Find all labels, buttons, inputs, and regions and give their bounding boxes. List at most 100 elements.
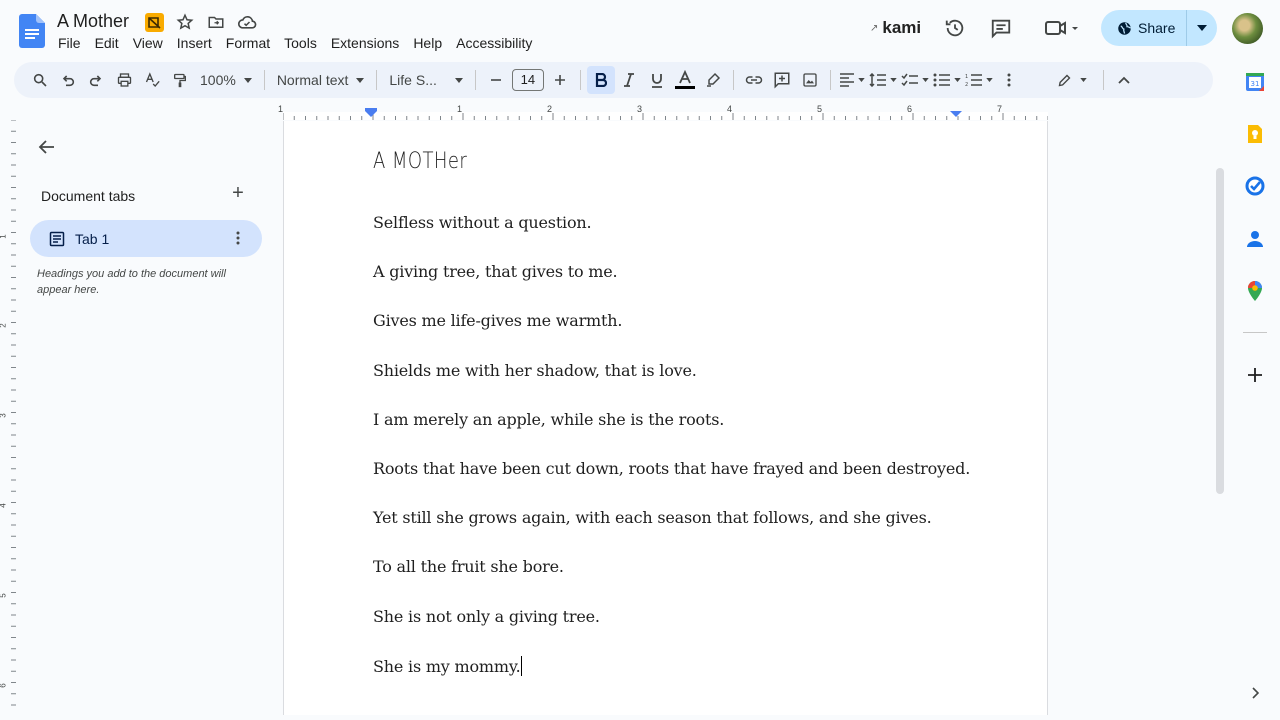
paragraph[interactable]: Yet still she grows again, with each sea… bbox=[373, 508, 970, 557]
line-spacing-select[interactable] bbox=[867, 66, 899, 94]
increase-font-size-icon[interactable] bbox=[546, 66, 574, 94]
text-color-icon[interactable] bbox=[671, 66, 699, 94]
line-spacing-icon bbox=[869, 73, 886, 87]
insert-image-icon[interactable] bbox=[796, 66, 824, 94]
maps-icon[interactable] bbox=[1244, 280, 1266, 302]
bold-icon[interactable] bbox=[586, 66, 615, 94]
meet-button[interactable] bbox=[1042, 16, 1082, 40]
top-bar: A Mother File Edit View Insert Format To… bbox=[0, 0, 1280, 60]
first-line-indent-marker-icon bbox=[365, 108, 377, 111]
version-history-icon[interactable] bbox=[943, 16, 967, 40]
paragraph[interactable]: To all the fruit she bore. bbox=[373, 557, 970, 606]
star-icon[interactable] bbox=[175, 12, 195, 32]
menu-view[interactable]: View bbox=[126, 35, 170, 51]
menu-insert[interactable]: Insert bbox=[170, 35, 219, 51]
get-add-ons-icon[interactable] bbox=[1244, 364, 1266, 386]
kami-extension-button[interactable]: ↗ kami bbox=[870, 18, 921, 38]
paragraph[interactable]: Shields me with her shadow, that is love… bbox=[373, 361, 970, 410]
bulleted-list-icon bbox=[933, 73, 950, 87]
vruler-number: 6 bbox=[0, 683, 8, 687]
print-icon[interactable] bbox=[110, 66, 138, 94]
svg-text:31: 31 bbox=[1251, 80, 1260, 88]
font-family-select[interactable]: Life S... bbox=[383, 66, 468, 94]
document-title[interactable]: A Mother bbox=[57, 11, 129, 32]
paragraph[interactable]: Gives me life-gives me warmth. bbox=[373, 311, 970, 360]
keep-icon[interactable] bbox=[1244, 123, 1266, 145]
zoom-value: 100% bbox=[200, 72, 236, 88]
toolbar-divider bbox=[1102, 70, 1104, 90]
menu-accessibility[interactable]: Accessibility bbox=[449, 35, 539, 51]
insert-link-icon[interactable] bbox=[740, 66, 768, 94]
menu-format[interactable]: Format bbox=[219, 35, 277, 51]
add-comment-icon[interactable] bbox=[768, 66, 796, 94]
account-avatar[interactable] bbox=[1232, 13, 1263, 44]
more-options-icon[interactable] bbox=[995, 66, 1023, 94]
paragraph[interactable]: A giving tree, that gives to me. bbox=[373, 262, 970, 311]
calendar-icon[interactable]: 31 bbox=[1244, 71, 1266, 93]
ruler-number: 7 bbox=[997, 104, 1003, 114]
ruler-number: 5 bbox=[817, 104, 823, 114]
menu-file[interactable]: File bbox=[51, 35, 88, 51]
chevron-down-icon bbox=[890, 78, 897, 82]
paint-format-icon[interactable] bbox=[166, 66, 194, 94]
chevron-down-icon bbox=[1080, 78, 1087, 82]
offline-badge-icon[interactable] bbox=[144, 12, 164, 32]
editing-mode-select[interactable] bbox=[1055, 66, 1089, 94]
numbered-list-select[interactable]: 12 bbox=[963, 66, 995, 94]
paragraph[interactable]: I am merely an apple, while she is the r… bbox=[373, 410, 970, 459]
share-dropdown-icon[interactable] bbox=[1187, 25, 1217, 31]
paragraph[interactable]: Roots that have been cut down, roots tha… bbox=[373, 459, 970, 508]
search-menus-icon[interactable] bbox=[26, 66, 54, 94]
undo-icon[interactable] bbox=[54, 66, 82, 94]
horizontal-ruler[interactable]: 1 1 2 3 4 5 6 7 bbox=[278, 104, 1049, 120]
checklist-select[interactable] bbox=[899, 66, 931, 94]
bulleted-list-select[interactable] bbox=[931, 66, 963, 94]
align-select[interactable] bbox=[837, 66, 867, 94]
menu-edit[interactable]: Edit bbox=[88, 35, 126, 51]
share-button[interactable]: Share bbox=[1101, 10, 1217, 46]
vruler-number: 3 bbox=[0, 413, 8, 417]
zoom-select[interactable]: 100% bbox=[194, 66, 258, 94]
tasks-icon[interactable] bbox=[1244, 175, 1266, 197]
hide-menus-icon[interactable] bbox=[1110, 66, 1138, 94]
redo-icon[interactable] bbox=[82, 66, 110, 94]
cloud-saved-icon[interactable] bbox=[237, 12, 257, 32]
italic-icon[interactable] bbox=[615, 66, 643, 94]
paragraph-style-select[interactable]: Normal text bbox=[271, 66, 371, 94]
menu-extensions[interactable]: Extensions bbox=[324, 35, 406, 51]
numbered-list-icon: 12 bbox=[965, 74, 982, 87]
add-tab-icon[interactable]: + bbox=[229, 183, 247, 203]
underline-icon[interactable] bbox=[643, 66, 671, 94]
paragraph[interactable]: She is not only a giving tree. bbox=[373, 607, 970, 656]
font-size-input[interactable]: 14 bbox=[510, 66, 546, 94]
paragraph-last[interactable]: She is my mommy. bbox=[373, 655, 970, 705]
document-body[interactable]: Selfless without a question. A giving tr… bbox=[373, 213, 970, 705]
spellcheck-icon[interactable] bbox=[138, 66, 166, 94]
show-side-panel-icon[interactable] bbox=[1244, 682, 1266, 704]
highlight-color-icon[interactable] bbox=[699, 66, 727, 94]
svg-text:1: 1 bbox=[965, 74, 968, 80]
menu-tools[interactable]: Tools bbox=[277, 35, 324, 51]
tab-options-icon[interactable] bbox=[232, 229, 244, 247]
vruler-number: 2 bbox=[0, 323, 8, 327]
vertical-ruler[interactable]: 1 2 3 4 5 6 bbox=[0, 119, 16, 715]
document-page[interactable]: A MOTHer Selfless without a question. A … bbox=[283, 121, 1048, 715]
paragraph-style-value: Normal text bbox=[276, 72, 349, 88]
vertical-scrollbar[interactable] bbox=[1216, 168, 1224, 494]
sidebar-item-tab-1[interactable]: Tab 1 bbox=[30, 220, 262, 257]
docs-logo-icon[interactable] bbox=[19, 14, 45, 48]
sidebar-heading: Document tabs bbox=[41, 188, 136, 204]
decrease-font-size-icon[interactable] bbox=[482, 66, 510, 94]
toolbar-divider bbox=[829, 70, 831, 90]
paragraph[interactable]: Selfless without a question. bbox=[373, 213, 970, 262]
contacts-icon[interactable] bbox=[1244, 228, 1266, 250]
vruler-number: 1 bbox=[0, 234, 8, 238]
document-tab-icon bbox=[49, 231, 65, 246]
toolbar-divider bbox=[376, 70, 378, 90]
back-arrow-icon[interactable] bbox=[37, 137, 57, 157]
rail-divider bbox=[1243, 332, 1267, 333]
comments-icon[interactable] bbox=[989, 16, 1013, 40]
move-folder-icon[interactable] bbox=[206, 12, 226, 32]
menu-help[interactable]: Help bbox=[406, 35, 449, 51]
document-heading[interactable]: A MOTHer bbox=[373, 149, 467, 174]
